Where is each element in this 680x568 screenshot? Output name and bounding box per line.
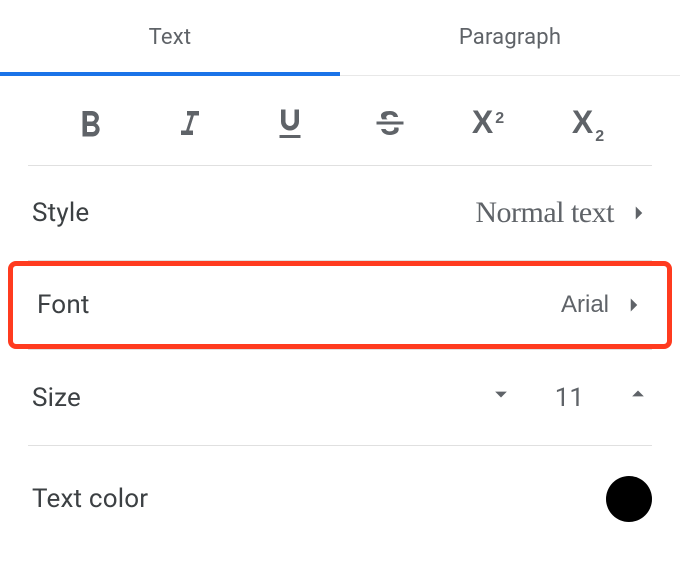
font-value: Arial — [561, 291, 609, 319]
strikethrough-button[interactable] — [354, 105, 426, 141]
style-label: Style — [32, 198, 89, 228]
text-color-swatch — [606, 476, 652, 522]
bold-icon — [72, 105, 108, 141]
italic-icon — [172, 105, 208, 141]
chevron-down-icon — [487, 380, 515, 408]
underline-icon — [272, 105, 308, 141]
strikethrough-icon — [372, 105, 408, 141]
style-value: Normal text — [475, 196, 614, 230]
size-value: 11 — [555, 383, 584, 413]
text-format-toolbar: X2 X2 — [28, 76, 652, 166]
italic-button[interactable] — [154, 105, 226, 141]
size-row: Size 11 — [28, 350, 652, 445]
text-color-row[interactable]: Text color — [28, 446, 652, 522]
chevron-right-icon — [626, 200, 652, 226]
subscript-button[interactable]: X2 — [554, 104, 626, 141]
size-increase-button[interactable] — [624, 380, 652, 415]
text-color-label: Text color — [32, 484, 148, 514]
size-label: Size — [32, 383, 81, 413]
chevron-up-icon — [624, 380, 652, 408]
style-row[interactable]: Style Normal text — [28, 166, 652, 260]
tab-text[interactable]: Text — [0, 0, 340, 75]
size-decrease-button[interactable] — [487, 380, 515, 415]
font-row[interactable]: Font Arial — [8, 261, 672, 349]
superscript-button[interactable]: X2 — [454, 104, 526, 141]
chevron-right-icon — [621, 292, 647, 318]
font-label: Font — [37, 290, 90, 320]
tab-paragraph[interactable]: Paragraph — [340, 0, 680, 75]
superscript-icon: X2 — [472, 104, 508, 141]
underline-button[interactable] — [254, 105, 326, 141]
bold-button[interactable] — [54, 105, 126, 141]
format-tabs: Text Paragraph — [0, 0, 680, 76]
subscript-icon: X2 — [572, 104, 608, 141]
